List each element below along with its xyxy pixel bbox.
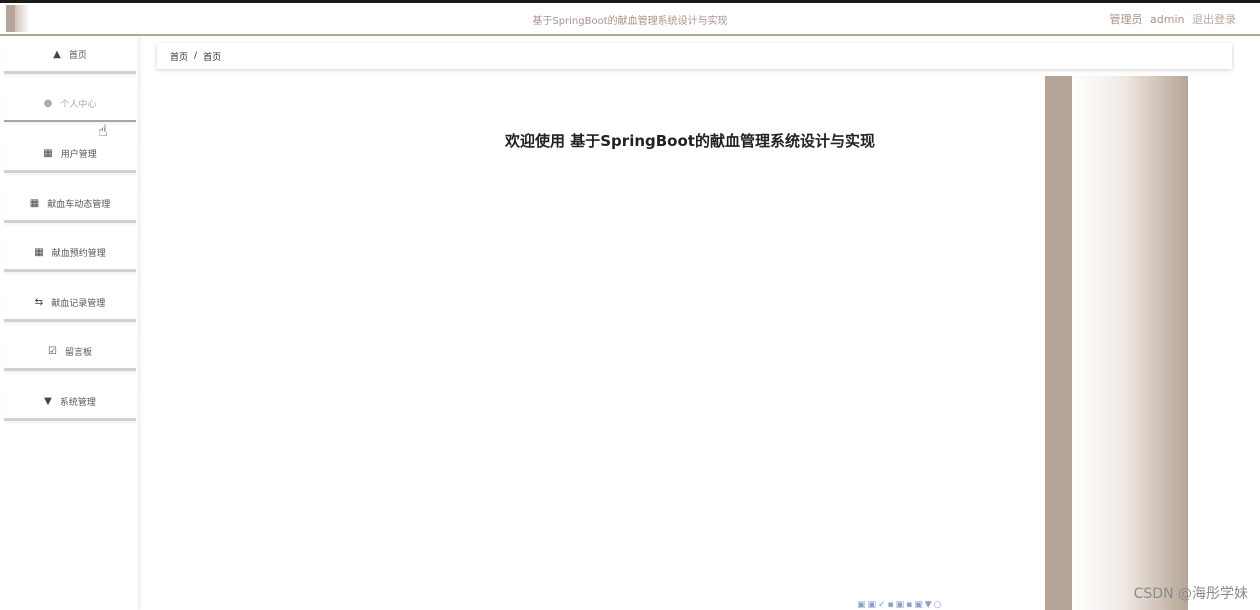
- decorative-gradient-panel: [1072, 76, 1188, 610]
- grid-icon: ▦: [34, 247, 44, 258]
- sidebar-item-label: 首页: [68, 51, 87, 61]
- sidebar-item-label: 献血记录管理: [51, 299, 106, 309]
- sidebar-item-users[interactable]: ▦ 用户管理: [4, 137, 136, 173]
- sidebar-item-label: 用户管理: [60, 150, 97, 160]
- role-label: 管理员: [1109, 13, 1143, 26]
- user-area: 管理员 admin 退出登录: [1106, 11, 1236, 27]
- sidebar-item-messages[interactable]: ☑ 留言板: [4, 335, 136, 371]
- exchange-icon: ⇆: [34, 297, 44, 308]
- sidebar-item-bloodmobile[interactable]: ▦ 献血车动态管理: [4, 187, 136, 223]
- breadcrumb-separator: /: [194, 51, 198, 61]
- sidebar-item-profile[interactable]: ● 个人中心: [4, 87, 136, 122]
- breadcrumb-current: 首页: [203, 52, 222, 63]
- sidebar: ▲ 首页 ● 个人中心 ▦ 用户管理 ▦ 献血车动态管理 ▦ 献血预约管理 ⇆ …: [0, 36, 138, 610]
- toolbar-icons: ▣▣✓▪▣▪▣▼○: [857, 600, 944, 610]
- logout-link[interactable]: 退出登录: [1192, 13, 1236, 26]
- decorative-pillar: [1045, 76, 1072, 610]
- breadcrumb: 首页 / 首页: [157, 43, 1232, 69]
- sidebar-item-label: 献血预约管理: [51, 249, 106, 259]
- sidebar-item-system[interactable]: ▼ 系统管理: [4, 385, 136, 421]
- username: admin: [1150, 13, 1185, 26]
- sidebar-item-records[interactable]: ⇆ 献血记录管理: [4, 286, 136, 322]
- sidebar-item-label: 系统管理: [59, 398, 96, 408]
- app-title: 基于SpringBoot的献血管理系统设计与实现: [532, 16, 728, 27]
- welcome-heading: 欢迎使用 基于SpringBoot的献血管理系统设计与实现: [505, 132, 875, 150]
- checkbox-icon: ☑: [48, 346, 57, 357]
- sidebar-item-label: 个人中心: [60, 100, 97, 110]
- sidebar-item-label: 留言板: [64, 348, 92, 358]
- hand-cursor-icon: ☝: [98, 121, 108, 140]
- sidebar-item-appointments[interactable]: ▦ 献血预约管理: [4, 236, 136, 272]
- funnel-icon: ▼: [44, 396, 52, 407]
- user-icon: ●: [43, 98, 53, 109]
- home-icon: ▲: [53, 49, 61, 60]
- breadcrumb-root[interactable]: 首页: [170, 50, 188, 63]
- watermark: CSDN @海彤学妹: [1133, 586, 1248, 602]
- grid-icon: ▦: [29, 198, 40, 209]
- sidebar-item-home[interactable]: ▲ 首页: [4, 38, 136, 74]
- top-header: 基于SpringBoot的献血管理系统设计与实现 管理员 admin 退出登录: [0, 3, 1260, 36]
- sidebar-item-label: 献血车动态管理: [47, 200, 111, 210]
- grid-icon: ▦: [43, 148, 53, 159]
